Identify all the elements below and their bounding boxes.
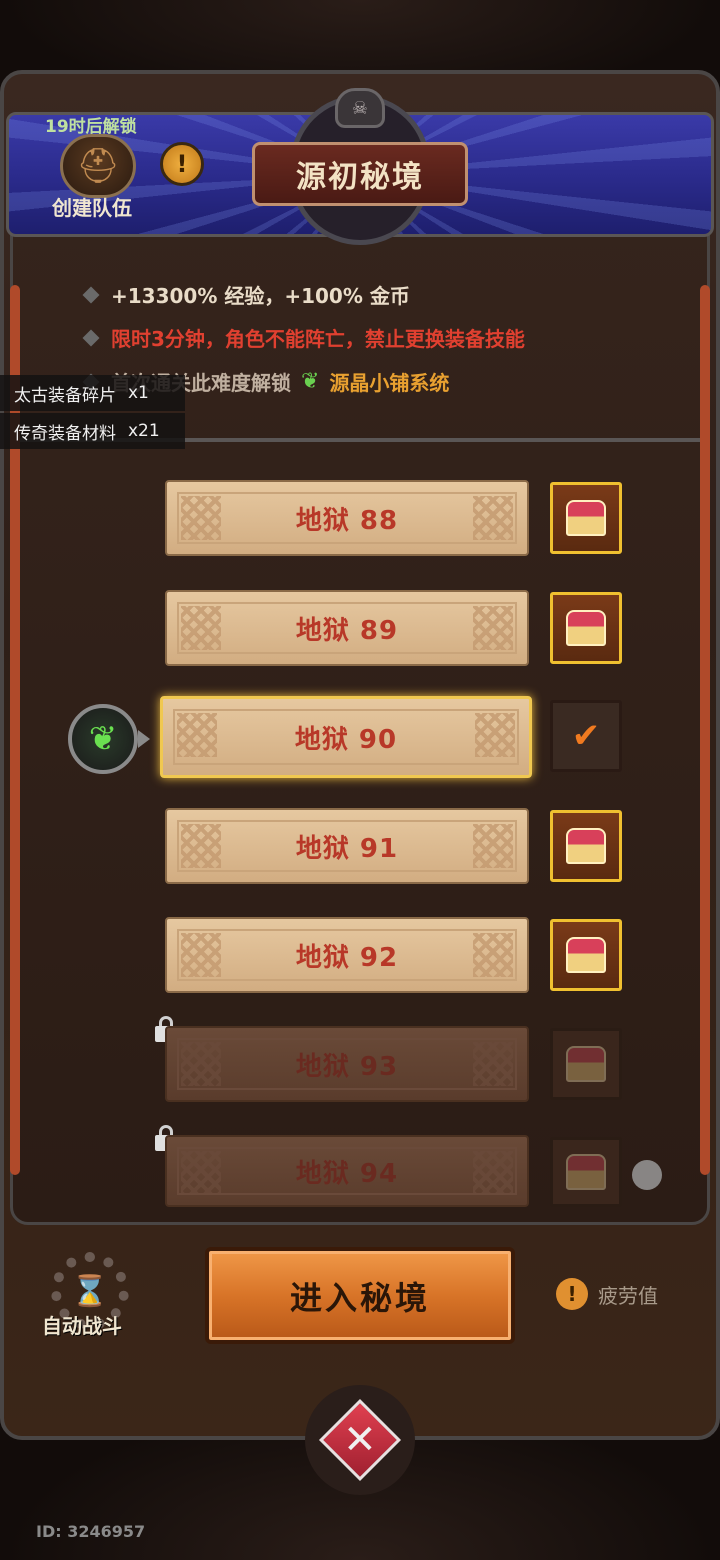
level-button-91[interactable]: 地狱 91 [165,808,529,884]
bullet-icon [82,329,100,346]
unlock-system-name: 源晶小铺系统 [329,371,450,395]
level-button-94[interactable]: 地狱 94 [165,1135,529,1207]
helmet-icon[interactable]: ⛑ [60,134,136,198]
level-label: 地狱 88 [295,505,399,536]
level-button-92[interactable]: 地狱 92 [165,917,529,993]
loot-count: x1 [128,383,149,403]
level-label: 地狱 93 [295,1051,399,1082]
level-button-88[interactable]: 地狱 88 [165,480,529,556]
treasure-chest-icon[interactable] [550,1137,622,1207]
loot-name: 太古装备碎片 [14,385,116,406]
level-label: 地狱 94 [295,1158,399,1189]
treasure-chest-icon[interactable] [550,592,622,664]
bullet-icon [82,286,100,303]
loot-item: 太古装备碎片 x1 [0,375,185,411]
crystal-leaf-icon: ❦ [301,369,320,394]
treasure-chest-icon[interactable] [550,1028,622,1100]
loot-count: x21 [128,421,160,441]
treasure-chest-icon[interactable] [550,810,622,882]
level-label: 地狱 92 [295,942,399,973]
fatigue-indicator[interactable]: ! 疲劳值 [556,1278,658,1310]
treasure-chest-icon[interactable] [550,919,622,991]
level-label: 地狱 89 [295,615,399,646]
treasure-chest-icon[interactable] [550,482,622,554]
panel-side-bar-right [700,285,710,1175]
loot-item: 传奇装备材料 x21 [0,413,185,449]
warning-icon: ! [556,1278,588,1310]
claimed-check-icon: ✔ [550,700,622,772]
level-button-93[interactable]: 地狱 93 [165,1026,529,1102]
rules-text: 限时3分钟，角色不能阵亡，禁止更换装备技能 [111,327,525,351]
title-plate: 源初秘境 [252,142,468,206]
level-button-89[interactable]: 地狱 89 [165,590,529,666]
scroll-handle[interactable] [632,1160,662,1190]
create-team-label[interactable]: 创建队伍 [52,192,132,221]
user-id: ID: 3246957 [36,1522,146,1541]
close-button[interactable]: ✕ [305,1385,415,1495]
enter-dungeon-label: 进入秘境 [289,1278,430,1317]
level-label: 地狱 90 [294,724,398,755]
loot-name: 传奇装备材料 [14,423,116,444]
rewards-text: +13300% 经验，+100% 金币 [111,284,410,308]
current-level-pointer [138,730,150,748]
close-icon: ✕ [343,1416,377,1463]
enter-dungeon-button[interactable]: 进入秘境 [205,1247,515,1344]
level-label: 地狱 91 [295,833,399,864]
skull-icon: ☠ [335,88,385,128]
level-button-90[interactable]: 地狱 90 [160,696,532,778]
info-line-rules: 限时3分钟，角色不能阵亡，禁止更换装备技能 [82,323,525,352]
fatigue-label: 疲劳值 [598,1283,658,1308]
info-line-rewards: +13300% 经验，+100% 金币 [82,280,410,309]
auto-battle-label[interactable]: 自动战斗 [42,1310,122,1339]
info-icon[interactable]: ! [160,142,204,186]
crystal-leaf-icon: ❦ [68,704,138,774]
page-title: 源初秘境 [296,160,424,195]
